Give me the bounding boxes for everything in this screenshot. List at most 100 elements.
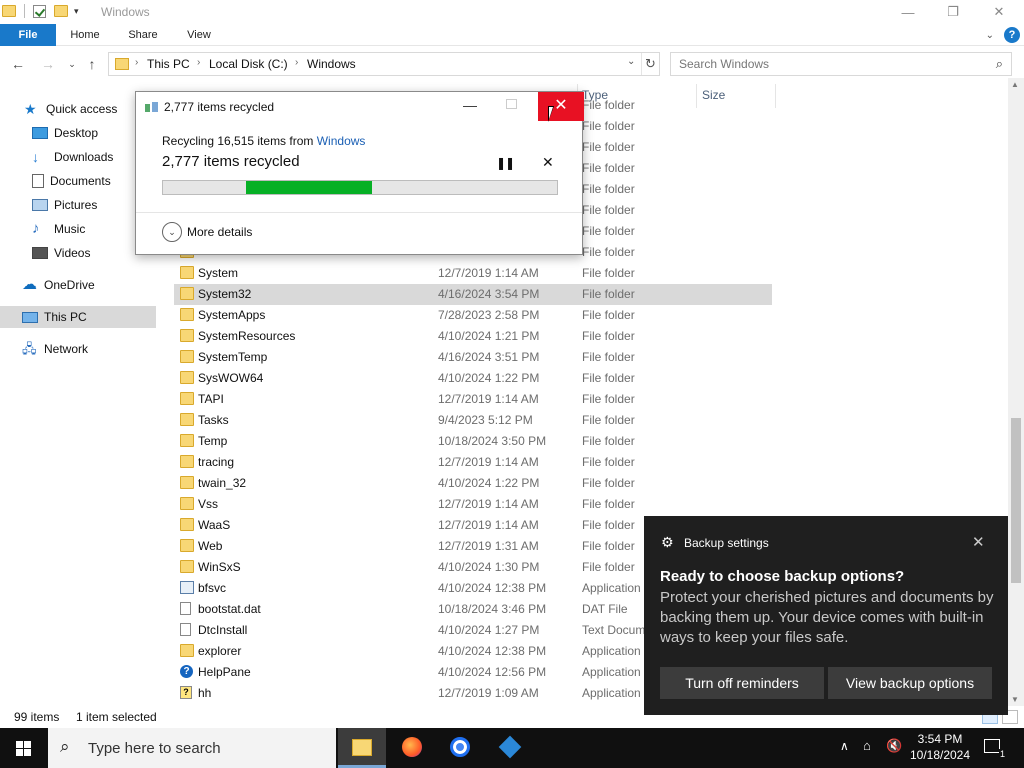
recycle-icon	[145, 101, 159, 113]
file-row[interactable]: SystemResources 4/10/2024 1:21 PM File fol…	[174, 326, 772, 347]
search-input[interactable]	[679, 54, 979, 74]
forward-arrow-icon[interactable]: →	[38, 54, 58, 74]
document-icon	[32, 174, 44, 188]
clock-time: 3:54 PM	[917, 732, 963, 746]
maximize-button[interactable]: ❐	[930, 0, 976, 24]
show-hidden-icons-icon[interactable]: ∧	[840, 739, 849, 753]
dialog-title: 2,777 items recycled	[164, 100, 275, 114]
breadcrumb-this-pc[interactable]: This PC	[147, 57, 190, 71]
app-icon	[180, 581, 194, 594]
breadcrumb-local-disk[interactable]: Local Disk (C:)	[209, 57, 288, 71]
file-row[interactable]: SysWOW64 4/10/2024 1:22 PM File folder	[174, 368, 772, 389]
nav-label: Network	[44, 342, 89, 356]
address-row: ← → ⌄ ↑ › This PC › Local Disk (C:) › Wi…	[0, 50, 1024, 78]
expand-ribbon-icon[interactable]: ⌄	[986, 30, 994, 41]
back-arrow-icon[interactable]: ←	[8, 54, 28, 74]
mouse-cursor	[548, 106, 554, 122]
nav-this-pc[interactable]: This PC	[0, 306, 156, 328]
nav-network[interactable]: 🖧 Network	[22, 338, 156, 360]
chevron-right-icon[interactable]: ›	[197, 57, 200, 68]
customize-dropdown-icon[interactable]: ▾	[74, 6, 79, 17]
tab-view[interactable]: View	[176, 24, 222, 46]
file-date: 4/10/2024 12:38 PM	[438, 581, 547, 595]
file-row[interactable]: System32 4/16/2024 3:54 PM File folder	[174, 284, 772, 305]
minimize-button[interactable]: —	[885, 0, 931, 24]
file-type: DAT File	[582, 602, 628, 616]
scroll-up-icon[interactable]: ▲	[1011, 80, 1019, 89]
vertical-scrollbar[interactable]: ▲ ▼	[1008, 78, 1024, 706]
tab-file[interactable]: File	[0, 24, 56, 46]
taskbar-firefox[interactable]	[388, 728, 436, 768]
dialog-minimize-button[interactable]: —	[458, 94, 482, 118]
new-folder-icon[interactable]	[54, 5, 68, 17]
file-row[interactable]: Temp 10/18/2024 3:50 PM File folder	[174, 431, 772, 452]
file-date: 4/16/2024 3:51 PM	[438, 350, 540, 364]
file-row[interactable]: Tasks 9/4/2023 5:12 PM File folder	[174, 410, 772, 431]
action-center-icon[interactable]	[984, 739, 1007, 759]
file-row[interactable]: tracing 12/7/2019 1:14 AM File folder	[174, 452, 772, 473]
file-type: File folder	[582, 539, 635, 553]
videos-icon	[32, 247, 48, 259]
view-backup-options-button[interactable]: View backup options	[828, 667, 992, 699]
source-folder-link[interactable]: Windows	[317, 134, 366, 148]
clock[interactable]: 3:54 PM 10/18/2024	[900, 731, 980, 763]
notification-close-icon[interactable]: ✕	[972, 533, 985, 551]
file-row[interactable]: SystemApps 7/28/2023 2:58 PM File folder	[174, 305, 772, 326]
taskbar-search-placeholder: Type here to search	[88, 740, 221, 757]
turn-off-reminders-button[interactable]: Turn off reminders	[660, 667, 824, 699]
file-row[interactable]: twain_32 4/10/2024 1:22 PM File folder	[174, 473, 772, 494]
tab-home[interactable]: Home	[62, 24, 108, 46]
file-row[interactable]: SystemTemp 4/16/2024 3:51 PM File folder	[174, 347, 772, 368]
scrollbar-thumb[interactable]	[1011, 418, 1021, 583]
taskbar-search[interactable]: ⌕ Type here to search	[48, 728, 336, 768]
taskbar-chrome[interactable]	[436, 728, 484, 768]
chevron-right-icon[interactable]: ›	[135, 57, 138, 68]
folder-icon	[180, 329, 194, 342]
folder-icon	[180, 539, 194, 552]
file-date: 4/10/2024 1:30 PM	[438, 560, 540, 574]
search-box[interactable]: ⌕	[670, 52, 1012, 76]
start-button[interactable]	[0, 728, 48, 768]
notification-body: Protect your cherished pictures and docu…	[660, 589, 994, 646]
refresh-icon[interactable]: ↻	[641, 53, 659, 75]
file-name: System32	[198, 287, 252, 301]
cancel-operation-button[interactable]: ✕	[542, 154, 554, 171]
help-icon[interactable]: ?	[1004, 27, 1020, 43]
chevron-right-icon[interactable]: ›	[295, 57, 298, 68]
nav-label: Videos	[54, 246, 91, 260]
quick-access-toolbar: ▾	[2, 4, 79, 18]
file-name: SysWOW64	[198, 371, 264, 385]
progress-description: Recycling 16,515 items from Windows	[162, 134, 365, 148]
more-details-button[interactable]: ⌄ More details	[162, 222, 252, 242]
up-arrow-icon[interactable]: ↑	[82, 54, 102, 74]
taskbar-app[interactable]	[486, 728, 534, 768]
file-date: 10/18/2024 3:50 PM	[438, 434, 547, 448]
chevron-down-icon[interactable]: ⌄	[627, 56, 635, 67]
pause-button[interactable]: ❚❚	[496, 156, 515, 170]
file-row[interactable]: Vss 12/7/2019 1:14 AM File folder	[174, 494, 772, 515]
breadcrumb-windows[interactable]: Windows	[307, 57, 356, 71]
file-row[interactable]: System 12/7/2019 1:14 AM File folder	[174, 263, 772, 284]
file-row[interactable]: TAPI 12/7/2019 1:14 AM File folder	[174, 389, 772, 410]
folder-icon	[180, 371, 194, 384]
address-bar[interactable]: › This PC › Local Disk (C:) › Windows ⌄ …	[108, 52, 660, 76]
scroll-down-icon[interactable]: ▼	[1011, 695, 1019, 704]
close-button[interactable]: ✕	[976, 0, 1022, 24]
nav-onedrive[interactable]: ☁ OneDrive	[22, 274, 156, 296]
column-divider[interactable]	[775, 84, 776, 108]
dialog-close-button[interactable]: ✕	[538, 92, 584, 121]
tab-share[interactable]: Share	[120, 24, 166, 46]
taskbar-file-explorer[interactable]	[338, 728, 386, 768]
progress-status: 2,777 items recycled	[162, 153, 300, 170]
properties-icon[interactable]	[33, 4, 46, 18]
file-name: Web	[198, 539, 223, 553]
recent-locations-icon[interactable]: ⌄	[62, 54, 82, 74]
clock-date: 10/18/2024	[909, 748, 971, 762]
network-status-icon[interactable]: ⌂	[863, 738, 871, 753]
music-icon: ♪	[32, 220, 40, 237]
file-explorer-icon	[352, 739, 372, 756]
nav-label: Music	[54, 222, 86, 236]
nav-label: Quick access	[46, 102, 118, 116]
folder-icon	[180, 455, 194, 468]
file-date: 4/10/2024 1:22 PM	[438, 371, 540, 385]
